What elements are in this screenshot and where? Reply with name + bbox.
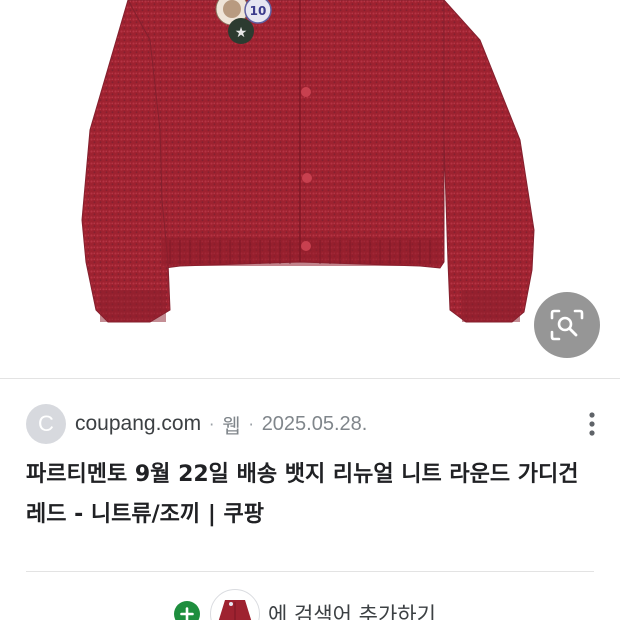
- cardigan-button: [302, 173, 312, 183]
- cardigan-button: [301, 87, 311, 97]
- result-title-link[interactable]: 파르티멘토 9월 22일 배송 뱃지 리뉴얼 니트 라운드 가디건 레드 - 니…: [26, 455, 596, 535]
- result-source[interactable]: C coupang.com · 웹 · 2025.05.28.: [26, 402, 367, 446]
- cardigan-illustration: 10 ★: [81, 0, 535, 323]
- divider: [26, 571, 594, 572]
- image-search-icon[interactable]: [534, 292, 600, 358]
- meta-separator: ·: [209, 414, 215, 434]
- plus-icon: [174, 601, 200, 620]
- meta-separator: ·: [248, 414, 254, 434]
- svg-text:10: 10: [250, 4, 267, 18]
- add-to-search-button[interactable]: 에 검색어 추가하기: [174, 589, 436, 620]
- product-image[interactable]: 10 ★: [0, 0, 620, 378]
- search-result-page: 10 ★ C coupang.com · 웹 · 2025.05.28. 파르티…: [0, 0, 620, 620]
- divider: [0, 378, 620, 379]
- site-favicon: C: [26, 404, 66, 444]
- add-to-search-label: 에 검색어 추가하기: [268, 603, 436, 620]
- svg-text:★: ★: [235, 25, 248, 41]
- site-name[interactable]: coupang.com: [75, 412, 201, 436]
- result-date: 2025.05.28.: [261, 412, 368, 435]
- cardigan-button: [301, 241, 311, 251]
- product-thumbnail: [210, 589, 260, 620]
- result-type: 웹: [222, 415, 241, 438]
- more-vert-icon[interactable]: [578, 408, 606, 440]
